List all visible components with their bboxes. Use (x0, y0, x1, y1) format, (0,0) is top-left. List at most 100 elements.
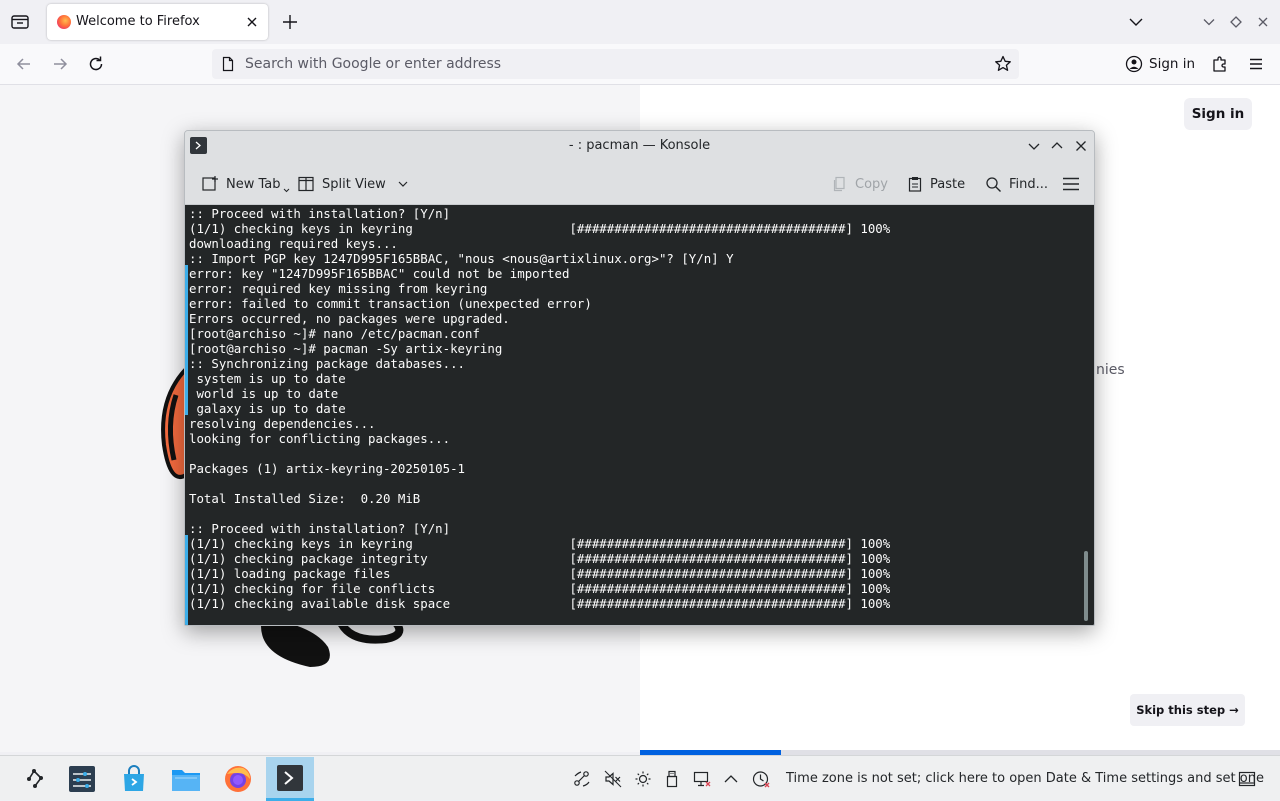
account-icon (1125, 55, 1143, 73)
terminal-line: (1/1) checking package integrity [######… (189, 551, 891, 566)
new-tab-icon (201, 175, 219, 193)
terminal-line: Errors occurred, no packages were upgrad… (189, 311, 510, 326)
page-signin-button[interactable]: Sign in (1184, 98, 1252, 130)
konsole-window[interactable]: - : pacman — Konsole New Tab Split View (184, 130, 1095, 626)
terminal-line: [root@archiso ~]# pacman -Sy artix-keyri… (189, 341, 503, 356)
paste-icon (907, 176, 923, 192)
konsole-task[interactable] (266, 757, 314, 801)
tab-list-icon[interactable] (8, 10, 32, 34)
tab-title: Welcome to Firefox (76, 14, 200, 29)
page-partial-text: nies (1096, 362, 1125, 378)
firefox-favicon-icon (57, 15, 71, 29)
close-icon[interactable] (1073, 138, 1089, 154)
terminal-line: galaxy is up to date (189, 401, 346, 416)
folder-icon (172, 770, 200, 791)
discover-store-task[interactable] (110, 757, 158, 801)
plasma-taskbar: Time zone is not set; click here to open… (0, 755, 1280, 801)
paste-label: Paste (930, 176, 966, 192)
terminal-line: :: Synchronizing package databases... (189, 356, 466, 371)
back-arrow-icon[interactable] (14, 54, 34, 74)
konsole-toolbar: New Tab Split View Copy Paste Find... (185, 161, 1094, 205)
split-view-icon (297, 175, 315, 193)
hamburger-menu-icon (1062, 175, 1080, 193)
hamburger-menu-icon[interactable] (1246, 54, 1266, 74)
brightness-icon[interactable] (634, 770, 652, 788)
terminal-line: :: Proceed with installation? [Y/n] (189, 521, 451, 536)
terminal-lines: :: Proceed with installation? [Y/n] (1/1)… (189, 206, 890, 611)
copy-button[interactable]: Copy (832, 173, 888, 195)
output-marker (185, 535, 188, 625)
split-view-button[interactable]: Split View (297, 173, 409, 195)
network-icon[interactable] (573, 770, 591, 788)
system-settings-task[interactable] (58, 757, 106, 801)
maximize-icon[interactable] (1049, 138, 1065, 154)
find-label: Find... (1009, 176, 1049, 192)
terminal-line: :: Proceed with installation? [Y/n] (189, 206, 451, 221)
display-icon[interactable] (693, 770, 711, 788)
output-marker (185, 265, 188, 415)
new-tab-button[interactable]: New Tab (201, 173, 290, 195)
usb-device-icon[interactable] (663, 770, 681, 788)
terminal-line: world is up to date (189, 386, 339, 401)
firefox-account-signin-button[interactable]: Sign in (1118, 49, 1200, 79)
terminal-line: Packages (1) artix-keyring-20250105-1 (189, 461, 466, 476)
maximize-diamond-icon[interactable] (1227, 13, 1245, 31)
clock-warning-icon[interactable] (752, 770, 770, 788)
reload-icon[interactable] (86, 54, 106, 74)
terminal-line: (1/1) checking keys in keyring [########… (189, 221, 891, 236)
firefox-navigation-bar: Sign in (0, 44, 1280, 85)
search-icon (985, 176, 1002, 193)
paste-button[interactable]: Paste (907, 173, 965, 195)
terminal-line: error: key "1247D995F165BBAC" could not … (189, 266, 570, 281)
terminal-line: downloading required keys... (189, 236, 398, 251)
launcher-icon (27, 769, 43, 788)
split-view-label: Split View (322, 176, 386, 192)
firefox-tab-bar: Welcome to Firefox (0, 0, 1280, 44)
minimize-icon[interactable] (1026, 138, 1042, 154)
copy-icon (832, 176, 848, 192)
terminal-line: looking for conflicting packages... (189, 431, 451, 446)
show-hidden-icons-chevron-icon[interactable] (722, 770, 740, 788)
skip-label: Skip this step (1136, 703, 1226, 717)
window-close-icon[interactable] (1254, 13, 1272, 31)
terminal-line: Total Installed Size: 0.20 MiB (189, 491, 421, 506)
konsole-titlebar[interactable]: - : pacman — Konsole (185, 131, 1094, 161)
firefox-task[interactable] (214, 757, 262, 801)
terminal-line: error: failed to commit transaction (une… (189, 296, 592, 311)
skip-this-step-button[interactable]: Skip this step → (1130, 694, 1245, 726)
firefox-icon (225, 766, 251, 792)
minimize-chevron-icon[interactable] (1200, 13, 1218, 31)
page-icon (220, 56, 236, 72)
terminal-line: resolving dependencies... (189, 416, 376, 431)
application-launcher-button[interactable] (10, 757, 58, 801)
new-tab-plus-icon[interactable] (280, 12, 300, 32)
bookmark-star-icon[interactable] (993, 54, 1013, 74)
find-button[interactable]: Find... (985, 173, 1048, 195)
terminal-line: error: required key missing from keyring (189, 281, 488, 296)
extensions-puzzle-icon[interactable] (1210, 54, 1230, 74)
konsole-window-title: - : pacman — Konsole (568, 138, 711, 153)
dolphin-file-manager-task[interactable] (162, 757, 210, 801)
volume-muted-icon[interactable] (604, 770, 622, 788)
terminal-line: (1/1) checking for file conflicts [#####… (189, 581, 891, 596)
tab-welcome-to-firefox[interactable]: Welcome to Firefox (47, 4, 268, 40)
chevron-down-icon (397, 178, 409, 190)
timezone-notice[interactable]: Time zone is not set; click here to open… (786, 771, 1264, 786)
close-icon[interactable] (244, 14, 260, 30)
forward-arrow-icon[interactable] (50, 54, 70, 74)
url-input[interactable] (245, 49, 985, 79)
url-bar[interactable] (212, 49, 1019, 79)
show-desktop-icon[interactable] (1238, 770, 1256, 788)
terminal-line: (1/1) checking available disk space [###… (189, 596, 891, 611)
arrow-right-icon: → (1229, 703, 1239, 717)
shopping-bag-icon (124, 765, 144, 791)
new-tab-label: New Tab (226, 176, 281, 192)
signin-label: Sign in (1149, 56, 1196, 72)
terminal-scrollbar[interactable] (1084, 551, 1088, 621)
konsole-menu-button[interactable] (1062, 173, 1080, 195)
terminal-output-area[interactable]: :: Proceed with installation? [Y/n] (1/1)… (185, 205, 1094, 625)
list-all-tabs-chevron-icon[interactable] (1127, 13, 1145, 31)
